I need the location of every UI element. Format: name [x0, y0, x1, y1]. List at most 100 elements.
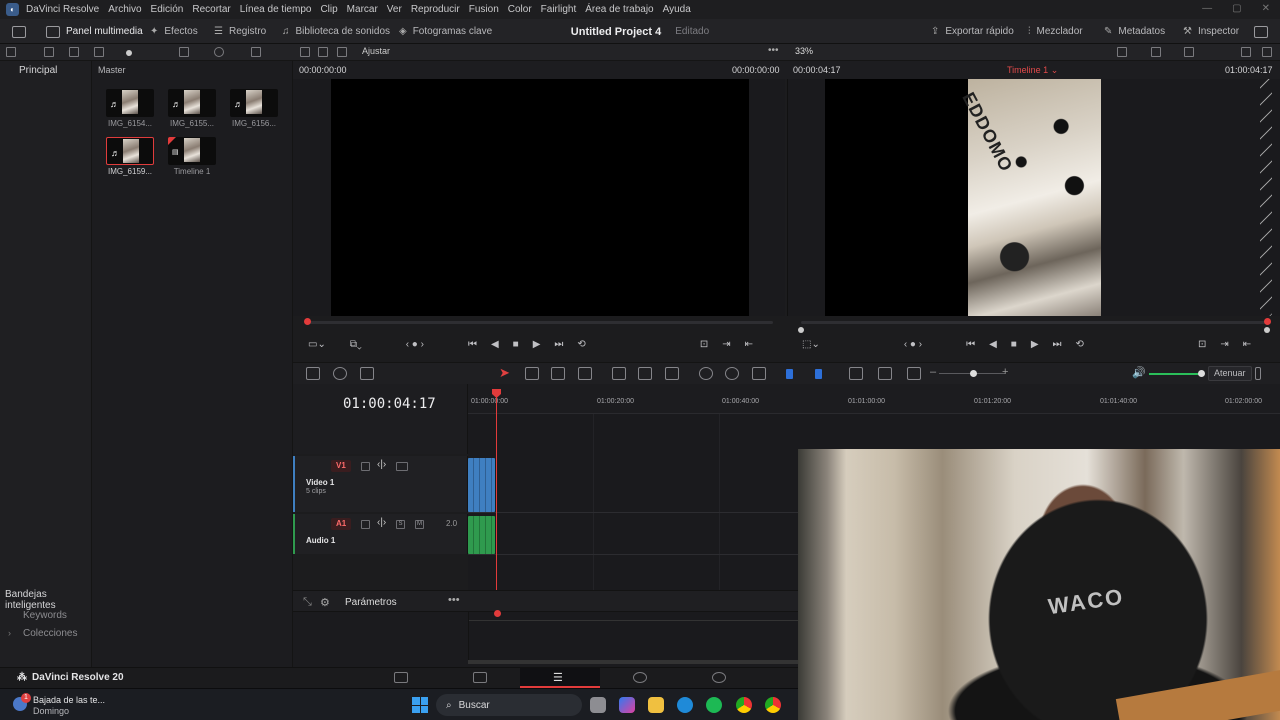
mute-button[interactable]: M [415, 520, 424, 529]
source-viewer[interactable] [293, 79, 785, 316]
match-frame-icon[interactable]: ⊡ [1198, 339, 1206, 350]
cloud-icon[interactable] [94, 47, 104, 57]
search-icon[interactable] [214, 47, 224, 57]
timeline-clip[interactable]: ▤ [168, 137, 216, 165]
go-to-start-icon[interactable]: ⏮ [966, 339, 975, 350]
viewer-layout-icon[interactable] [1241, 47, 1251, 57]
monitor-mode-icon[interactable]: ▭⌄ [308, 339, 326, 350]
track-id-v1[interactable]: V1 [331, 460, 351, 472]
mixer-button[interactable]: ⫶ Mezclador [1028, 19, 1083, 44]
snapping-icon[interactable] [699, 367, 713, 380]
solo-button[interactable]: S [396, 520, 405, 529]
sidebar-principal[interactable]: Principal [19, 65, 57, 76]
menu-marcar[interactable]: Marcar [347, 4, 378, 15]
sound-library-button[interactable]: ♫ Biblioteca de sonidos [282, 19, 390, 44]
menu-color[interactable]: Color [508, 4, 532, 15]
play-icon[interactable]: ▶ [533, 339, 541, 350]
sidebar-item-keywords[interactable]: Keywords [23, 610, 67, 621]
taskbar-search[interactable]: ⌕ Buscar [436, 694, 582, 716]
timeline-scrubber-end[interactable] [1264, 318, 1271, 325]
volume-slider-track[interactable] [1149, 373, 1199, 375]
timeline-scrubber-out[interactable] [1264, 327, 1270, 333]
audio-clip-block[interactable] [468, 516, 495, 554]
menu-fusion[interactable]: Fusion [469, 4, 499, 15]
auto-select-icon[interactable]: ‹|› [377, 459, 386, 470]
speaker-icon[interactable]: 🔊 [1132, 366, 1146, 379]
viewer-mode-icon[interactable] [300, 47, 310, 57]
menu-fairlight[interactable]: Fairlight [541, 4, 577, 15]
menu-recortar[interactable]: Recortar [192, 4, 230, 15]
stop-icon[interactable]: ■ [513, 339, 519, 350]
chrome-icon[interactable] [765, 697, 781, 713]
timeline-scrubber[interactable] [801, 321, 1271, 324]
timeline-name-dropdown[interactable]: Timeline 1 ⌄ [1007, 65, 1058, 76]
zoom-full-icon[interactable] [849, 367, 863, 380]
menu-linea-de-tiempo[interactable]: Línea de tiempo [240, 4, 312, 15]
edge-icon[interactable] [677, 697, 693, 713]
copilot-icon[interactable] [619, 697, 635, 713]
layout-toggle-button[interactable] [12, 19, 26, 44]
media-clip[interactable]: ♬ [230, 89, 278, 117]
chrome-icon[interactable] [736, 697, 752, 713]
stop-icon[interactable]: ■ [1011, 339, 1017, 350]
linked-selection-icon[interactable] [725, 367, 739, 380]
loop-icon[interactable]: ⟲ [577, 339, 585, 350]
media-clip[interactable]: ♬ [168, 89, 216, 117]
sidebar-item-collections[interactable]: Colecciones [23, 628, 77, 639]
track-visibility-icon[interactable] [396, 462, 408, 471]
dynamic-trim-icon[interactable] [578, 367, 592, 380]
keyframe-curve-icon[interactable]: ⤡ [303, 596, 312, 609]
smart-bins-header[interactable]: Bandejas inteligentes [5, 589, 91, 611]
replace-clip-icon[interactable] [665, 367, 679, 380]
view-options-icon[interactable] [1117, 47, 1127, 57]
go-to-start-icon[interactable]: ⏮ [468, 339, 477, 350]
go-to-end-icon[interactable]: ⏭ [1053, 339, 1062, 350]
lock-icon[interactable] [752, 367, 766, 380]
timeline-viewer[interactable]: EDDOMO [787, 79, 1280, 316]
timeline-scrubber-head[interactable] [798, 327, 804, 333]
single-viewer-icon[interactable] [318, 47, 328, 57]
media-clip-selected[interactable]: ♬ [106, 137, 154, 165]
weather-title[interactable]: Bajada de las te... [33, 695, 105, 705]
windows-start-icon[interactable] [412, 697, 428, 713]
timeline-scrollbar[interactable] [468, 660, 798, 664]
file-explorer-icon[interactable] [648, 697, 664, 713]
zoom-dropdown[interactable]: 33% [795, 46, 813, 56]
quick-export-button[interactable]: ⇪ Exportar rápido [931, 19, 1014, 44]
lock-icon[interactable] [361, 520, 370, 529]
go-to-end-icon[interactable]: ⏭ [554, 339, 563, 350]
play-reverse-icon[interactable]: ◀ [491, 339, 499, 350]
transform-mode-icon[interactable]: ⬚⌄ [802, 339, 820, 350]
timeline-view-options-icon[interactable] [306, 367, 320, 380]
zoom-slider-knob[interactable] [970, 370, 977, 377]
fit-dropdown[interactable]: Ajustar [362, 46, 390, 56]
overlay-icon[interactable]: ⧉⌄ [350, 339, 362, 350]
more-options-icon[interactable]: ••• [448, 594, 460, 606]
parameters-lane[interactable] [468, 612, 799, 662]
lock-icon[interactable] [361, 462, 370, 471]
chevron-right-icon[interactable]: › [8, 628, 11, 638]
menu-edicion[interactable]: Edición [151, 4, 184, 15]
menu-clip[interactable]: Clip [320, 4, 337, 15]
fullscreen-button[interactable] [1254, 19, 1268, 44]
sort-icon[interactable] [251, 47, 261, 57]
minimize-icon[interactable]: — [1202, 3, 1212, 14]
play-reverse-icon[interactable]: ◀ [989, 339, 997, 350]
loop-icon[interactable]: ⟲ [1076, 339, 1084, 350]
edit-page-tab[interactable]: ☰ [520, 668, 600, 688]
flag-icon[interactable] [786, 369, 793, 379]
sync-icon[interactable] [44, 47, 54, 57]
index-button[interactable]: ☰ Registro [214, 19, 266, 44]
auto-select-icon[interactable]: ‹|› [377, 517, 386, 528]
output-icon[interactable] [1151, 47, 1161, 57]
task-view-icon[interactable] [590, 697, 606, 713]
grid-view-icon[interactable] [179, 47, 189, 57]
source-playhead[interactable] [304, 318, 311, 325]
cut-page-icon[interactable] [473, 672, 487, 683]
trim-edit-icon[interactable] [525, 367, 539, 380]
menu-ver[interactable]: Ver [387, 4, 402, 15]
effects-button[interactable]: ✦ Efectos [150, 19, 198, 44]
jog-icon[interactable]: ‹ ● › [904, 339, 922, 350]
menu-archivo[interactable]: Archivo [108, 4, 141, 15]
color-page-icon[interactable] [712, 672, 726, 683]
